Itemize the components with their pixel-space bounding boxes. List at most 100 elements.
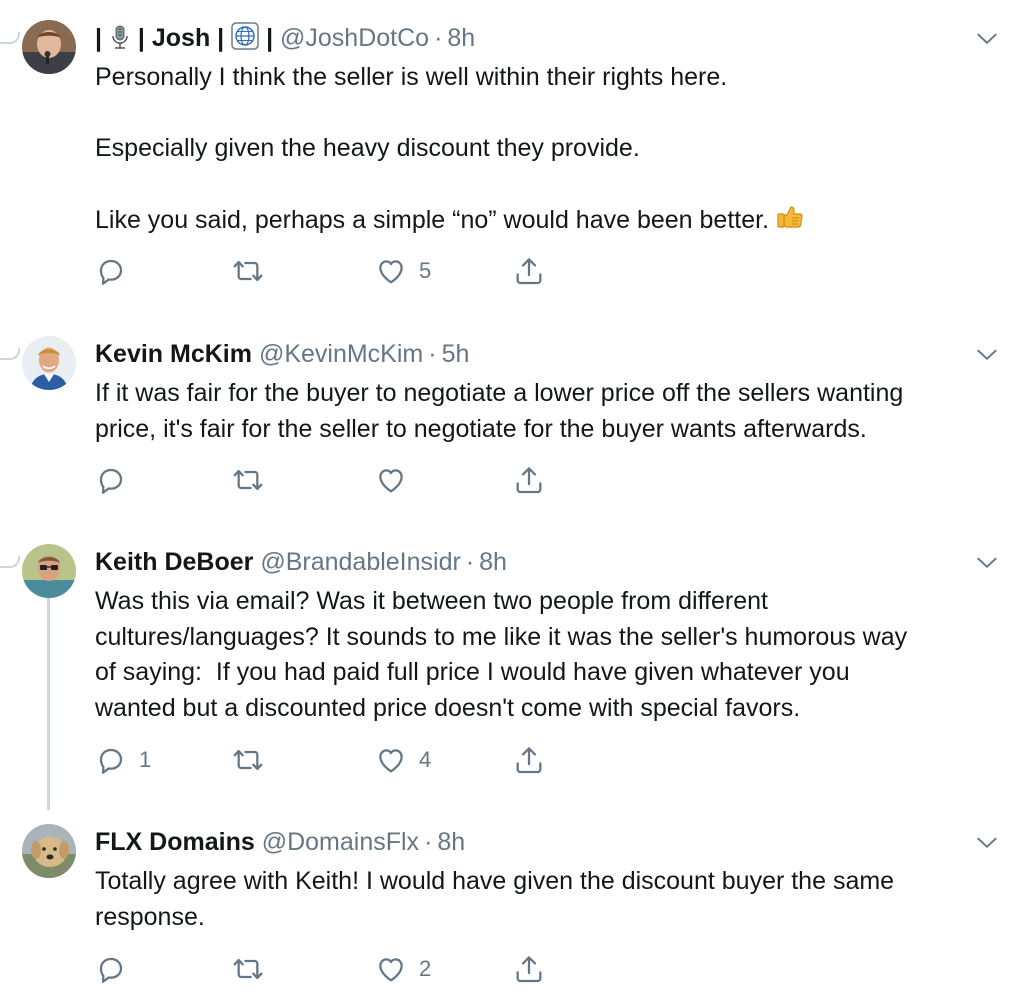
display-name[interactable]: FLX Domains — [95, 828, 255, 856]
display-name[interactable]: Kevin McKim — [95, 340, 252, 368]
retweet-button[interactable] — [231, 464, 277, 496]
share-button[interactable] — [513, 953, 545, 985]
conversation-indicator — [0, 556, 20, 568]
tweet-flx-domains[interactable]: FLX Domains @DomainsFlx · 8h Totally agree… — [0, 822, 1024, 1000]
tweet-kevin-mckim[interactable]: Kevin McKim @KevinMcKim · 5h If it was fai… — [0, 334, 1024, 514]
timestamp[interactable]: 8h — [437, 828, 465, 856]
chevron-down-icon[interactable] — [974, 830, 1000, 856]
reply-icon — [95, 744, 127, 776]
username-handle[interactable]: @DomainsFlx — [262, 828, 419, 856]
like-button[interactable] — [375, 464, 419, 496]
avatar[interactable] — [22, 544, 76, 598]
tweet-keith-deboer[interactable]: Keith DeBoer @BrandableInsidr · 8h Was thi… — [0, 542, 1024, 792]
text-line: response. — [95, 902, 205, 931]
reply-button[interactable] — [95, 953, 139, 985]
share-icon — [513, 255, 545, 287]
thumbs-up-icon — [775, 202, 805, 243]
text-line: Personally I think the seller is well wi… — [95, 63, 728, 91]
avatar[interactable] — [22, 20, 76, 74]
retweet-button[interactable] — [231, 255, 277, 287]
retweet-button[interactable] — [231, 744, 277, 776]
conversation-indicator — [0, 32, 20, 44]
tweet-text: Totally agree with Keith! I would have g… — [95, 864, 994, 935]
share-button[interactable] — [513, 744, 545, 776]
tweet-header: Kevin McKim @KevinMcKim · 5h — [95, 334, 469, 374]
text-line-content: Like you said, perhaps a simple “no” wou… — [95, 206, 770, 234]
tweet-header: | | Josh | | @JoshDotCo · 8h — [95, 18, 475, 58]
retweet-button[interactable] — [231, 953, 277, 985]
avatar-image — [22, 544, 76, 598]
tweet-josh[interactable]: | | Josh | | @JoshDotCo · 8h Personally … — [0, 18, 1024, 308]
tweet-actions: 1 4 — [95, 744, 575, 776]
reply-icon — [95, 255, 127, 287]
conversation-indicator — [0, 348, 20, 360]
heart-icon — [375, 744, 407, 776]
display-name[interactable]: Keith DeBoer — [95, 548, 253, 576]
share-button[interactable] — [513, 255, 545, 287]
text-line — [95, 167, 994, 203]
text-line: If it was fair for the buyer to negotiat… — [95, 379, 904, 407]
timestamp[interactable]: 8h — [447, 24, 475, 52]
tweet-header: FLX Domains @DomainsFlx · 8h — [95, 822, 465, 862]
like-count: 2 — [419, 956, 432, 981]
reply-button[interactable] — [95, 255, 139, 287]
text-line: Totally agree with Keith! I would have g… — [95, 867, 895, 895]
tweet-actions: 2 — [95, 953, 575, 985]
tweet-actions: 5 — [95, 255, 575, 287]
username-handle[interactable]: @KevinMcKim — [259, 340, 423, 368]
share-icon — [513, 464, 545, 496]
name-part: Josh | — [151, 24, 225, 52]
chevron-down-icon[interactable] — [974, 342, 1000, 368]
text-line — [95, 96, 994, 132]
retweet-icon — [231, 464, 265, 496]
chevron-down-icon[interactable] — [974, 550, 1000, 576]
like-button[interactable]: 2 — [375, 953, 431, 985]
reply-button[interactable]: 1 — [95, 744, 151, 776]
tweet-text: Personally I think the seller is well wi… — [95, 60, 994, 243]
like-count: 4 — [419, 747, 432, 772]
like-count: 5 — [419, 258, 432, 283]
text-line: price, it's fair for the seller to negot… — [95, 414, 867, 443]
separator-dot: · — [424, 828, 433, 856]
microphone-icon — [109, 22, 131, 62]
retweet-icon — [231, 255, 265, 287]
chevron-down-icon[interactable] — [974, 26, 1000, 52]
globe-icon — [231, 22, 259, 62]
text-line: cultures/languages? It sounds to me like… — [95, 622, 908, 651]
timestamp[interactable]: 5h — [442, 340, 470, 368]
text-line: wanted but a discounted price doesn't co… — [95, 693, 801, 722]
display-name[interactable]: | | Josh | | — [95, 22, 280, 52]
retweet-icon — [231, 744, 265, 776]
separator-dot: · — [428, 340, 437, 368]
name-part: | — [137, 24, 145, 52]
separator-dot: · — [465, 548, 475, 576]
username-handle[interactable]: @JoshDotCo — [280, 24, 429, 52]
heart-icon — [375, 464, 407, 496]
avatar-image — [22, 336, 76, 390]
text-line: Was this via email? Was it between two p… — [95, 587, 768, 615]
name-part: | — [95, 24, 102, 52]
heart-icon — [375, 255, 407, 287]
share-icon — [513, 744, 545, 776]
like-button[interactable]: 5 — [375, 255, 431, 287]
separator-dot: · — [434, 24, 443, 52]
tweet-text: Was this via email? Was it between two p… — [95, 584, 994, 726]
avatar-image — [22, 20, 76, 74]
timestamp[interactable]: 8h — [479, 548, 507, 576]
username-handle[interactable]: @BrandableInsidr — [260, 548, 461, 576]
avatar[interactable] — [22, 336, 76, 390]
reply-icon — [95, 953, 127, 985]
text-line: of saying: If you had paid full price I … — [95, 658, 850, 686]
avatar-image — [22, 824, 76, 878]
reply-count: 1 — [139, 747, 152, 772]
text-line: Especially given the heavy discount they… — [95, 134, 640, 162]
reply-button[interactable] — [95, 464, 139, 496]
reply-icon — [95, 464, 127, 496]
share-icon — [513, 953, 545, 985]
share-button[interactable] — [513, 464, 545, 496]
retweet-icon — [231, 953, 265, 985]
avatar[interactable] — [22, 824, 76, 878]
like-button[interactable]: 4 — [375, 744, 431, 776]
heart-icon — [375, 953, 407, 985]
tweet-actions — [95, 464, 575, 496]
